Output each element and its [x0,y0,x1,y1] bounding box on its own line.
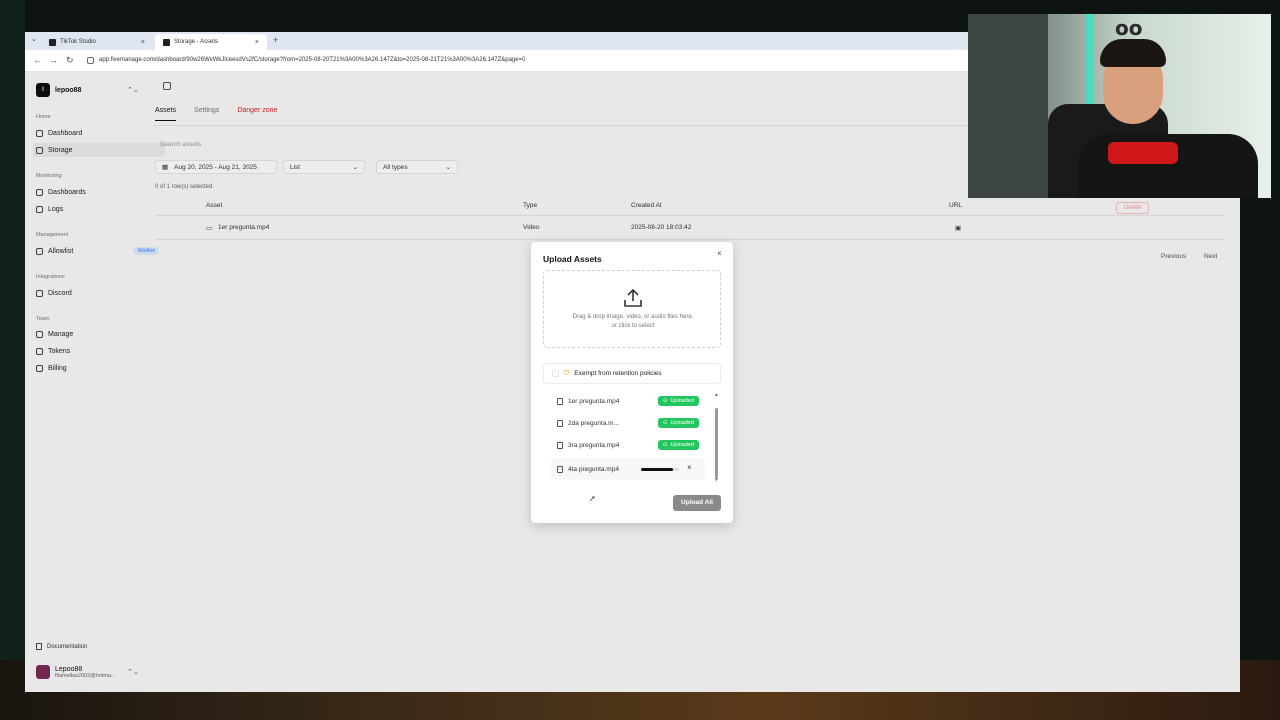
list-item: 2da pregunta.m... ⊙ Uploaded [551,414,705,432]
scroll-down-icon[interactable]: ▼ [714,477,719,483]
dropzone-subtext: or click to select [611,323,655,329]
cancel-upload-icon[interactable]: × [687,463,692,472]
close-tab-icon[interactable]: × [141,39,145,46]
modal-title: Upload Assets [543,254,602,264]
status-label: Uploaded [670,442,694,448]
back-icon[interactable]: ← [33,55,42,65]
file-icon [557,397,563,405]
tiktok-favicon-icon [49,38,56,46]
upload-all-button[interactable]: Upload All [673,495,721,511]
list-item: 3ra pregunta.mp4 ⊙ Uploaded [551,436,705,454]
exempt-checkbox[interactable] [552,370,559,377]
file-icon [557,441,563,449]
file-icon [557,419,563,427]
status-badge: ⊙ Uploaded [657,440,699,450]
close-tab-icon[interactable]: × [255,39,259,46]
status-badge: ⊙ Uploaded [657,396,699,406]
mouse-cursor-icon: ➚ [589,494,596,503]
fivemanage-favicon-icon [163,38,170,46]
webcam-overlay: oo [968,14,1271,198]
exempt-retention-toggle[interactable]: ⛉ Exempt from retention policies [543,363,721,384]
shield-icon: ⛉ [564,369,570,377]
close-icon[interactable]: × [717,249,722,258]
file-name: 1er pregunta.mp4 [568,397,620,405]
status-label: Uploaded [670,420,694,426]
tab-search-icon[interactable]: ⌄ [31,35,37,43]
list-item: 4ta pregunta.mp4 × [551,458,705,480]
tab-title: TikTok Studio [60,39,96,45]
upload-modal: Upload Assets × Drag & drop image, video… [531,242,733,523]
status-label: Uploaded [670,398,694,404]
webcam-person-hair [1100,39,1166,67]
upload-progress-bar [641,468,679,471]
dropzone-text: Drag & drop image, video, or audio files… [572,314,694,320]
dropzone[interactable]: Drag & drop image, video, or audio files… [543,270,721,348]
file-icon [557,465,563,473]
scroll-up-icon[interactable]: ▲ [714,392,719,398]
list-item: 1er pregunta.mp4 ⊙ Uploaded [551,392,705,410]
new-tab-button[interactable]: + [273,35,278,45]
file-name: 2da pregunta.m... [568,419,619,427]
webcam-wall-logo: oo [1115,16,1143,40]
tab-tiktok-studio[interactable]: TikTok Studio × [41,34,153,50]
check-circle-icon: ⊙ [662,442,668,448]
background-left [0,0,25,720]
tab-title: Storage - Assets [174,39,219,45]
file-name: 3ra pregunta.mp4 [568,441,620,449]
check-circle-icon: ⊙ [662,398,668,404]
url-input[interactable]: app.fivemanage.com/dashboard/90w26WvWkJl… [99,57,525,63]
progress-fill [641,468,674,471]
tab-storage-assets[interactable]: Storage - Assets × [155,34,267,50]
reload-icon[interactable]: ↻ [66,55,74,66]
site-info-icon[interactable] [87,57,94,64]
status-badge: ⊙ Uploaded [657,418,699,428]
file-name: 4ta pregunta.mp4 [568,465,619,473]
exempt-label: Exempt from retention policies [574,370,662,377]
scrollbar[interactable] [715,408,718,478]
upload-icon [624,288,642,307]
forward-icon[interactable]: → [49,55,58,65]
webcam-microphone [1108,142,1178,164]
file-list: 1er pregunta.mp4 ⊙ Uploaded 2da pregunta.… [543,390,721,484]
check-circle-icon: ⊙ [662,420,668,426]
webcam-shelf [968,14,1048,198]
